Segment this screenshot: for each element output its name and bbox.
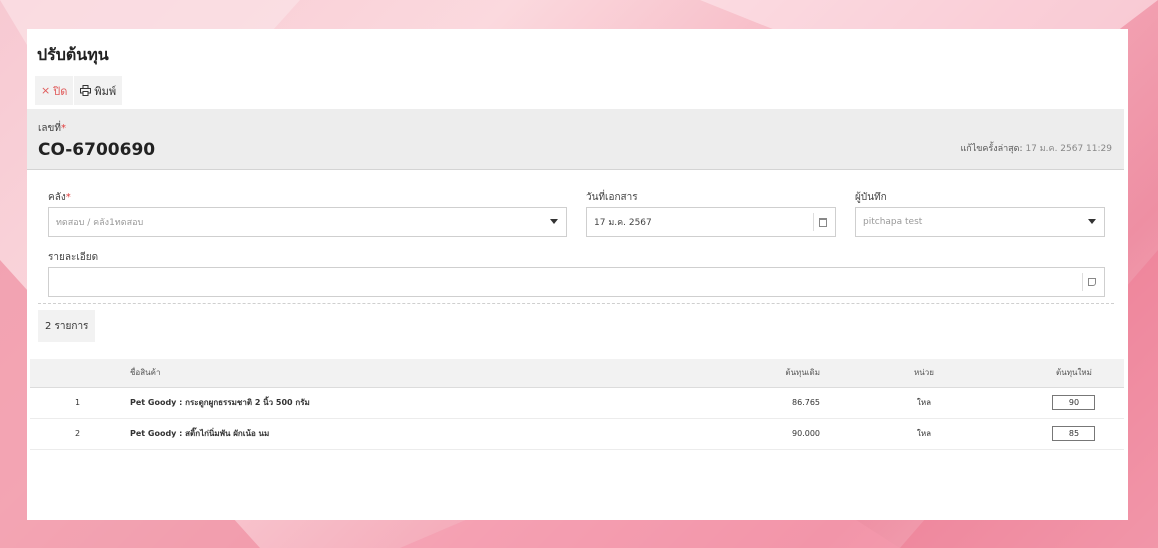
table-row: 2 Pet Goody : สติ๊กไก่นิ่มพัน ผักเน้อ นม… (30, 418, 1124, 449)
last-edit-label: แก้ไขครั้งล่าสุด: (960, 144, 1023, 154)
col-unit: หน่วย (914, 368, 934, 378)
doc-date-label: วันที่เอกสาร (586, 192, 638, 203)
table-header-row: ชื่อสินค้า ต้นทุนเดิม หน่วย ต้นทุนใหม่ (30, 359, 1124, 387)
divider (38, 303, 1114, 304)
calendar-icon[interactable] (813, 213, 831, 231)
detail-label: รายละเอียด (48, 252, 99, 263)
row-no: 2 (74, 429, 81, 438)
required-mark: * (65, 192, 71, 203)
col-no (30, 359, 125, 387)
table-row: 1 Pet Goody : กระดูกผูกธรรมชาติ 2 นิ้ว 5… (30, 387, 1124, 418)
document-panel: ปรับต้นทุน × ปิด พิมพ์ เลขที่* CO-670069… (27, 29, 1128, 520)
new-cost-input[interactable]: 85 (1052, 426, 1096, 441)
doc-date-field[interactable]: 17 ม.ค. 2567 (586, 207, 836, 237)
print-button[interactable]: พิมพ์ (74, 76, 124, 105)
recorder-label: ผู้บันทึก (855, 192, 887, 203)
close-icon: × (41, 84, 51, 97)
last-edit-info: แก้ไขครั้งล่าสุด: 17 ม.ค. 2567 11:29 (960, 141, 1112, 155)
toolbar: × ปิด พิมพ์ (35, 76, 124, 105)
recorder-value: pitchapa test (863, 217, 923, 227)
row-unit: ใหล (916, 398, 931, 407)
col-new-cost-label: ต้นทุนใหม่ (1056, 368, 1092, 378)
required-mark: * (60, 123, 66, 134)
col-name: ชื่อสินค้า (130, 368, 161, 378)
close-button[interactable]: × ปิด (35, 76, 75, 105)
chevron-down-icon (550, 219, 558, 224)
recorder-select[interactable]: pitchapa test (855, 207, 1105, 237)
doc-number: CO-6700690 (38, 140, 156, 160)
row-cost: 90.000 (792, 429, 820, 438)
row-no: 1 (74, 398, 81, 407)
document-header: เลขที่* CO-6700690 แก้ไขครั้งล่าสุด: 17 … (27, 109, 1124, 170)
warehouse-value: ทดสอบ / คลัง1ทดสอบ (56, 218, 144, 228)
chevron-down-icon (1088, 219, 1096, 224)
items-table: ชื่อสินค้า ต้นทุนเดิม หน่วย ต้นทุนใหม่ 1… (30, 359, 1124, 450)
warehouse-select[interactable]: ทดสอบ / คลัง1ทดสอบ (48, 207, 567, 237)
row-cost: 86.765 (792, 398, 820, 407)
new-cost-input[interactable]: 90 (1052, 395, 1096, 410)
item-count-tab[interactable]: 2 รายการ (38, 310, 96, 342)
detail-input[interactable] (48, 267, 1105, 297)
doc-no-label: เลขที่ (38, 123, 61, 134)
print-label: พิมพ์ (94, 84, 117, 98)
col-cost: ต้นทุนเดิม (785, 368, 820, 378)
col-new-cost: ต้นทุนใหม่ (934, 359, 1124, 387)
close-label: ปิด (53, 84, 68, 98)
row-unit: ใหล (916, 429, 931, 438)
warehouse-label: คลัง (48, 192, 66, 203)
last-edit-value: 17 ม.ค. 2567 11:29 (1025, 144, 1112, 154)
doc-date-value: 17 ม.ค. 2567 (594, 218, 652, 228)
page-title: ปรับต้นทุน (37, 45, 109, 64)
note-icon[interactable] (1082, 273, 1100, 291)
printer-icon (80, 85, 92, 96)
row-name: Pet Goody : สติ๊กไก่นิ่มพัน ผักเน้อ นม (130, 429, 270, 438)
row-name: Pet Goody : กระดูกผูกธรรมชาติ 2 นิ้ว 500… (130, 398, 310, 407)
